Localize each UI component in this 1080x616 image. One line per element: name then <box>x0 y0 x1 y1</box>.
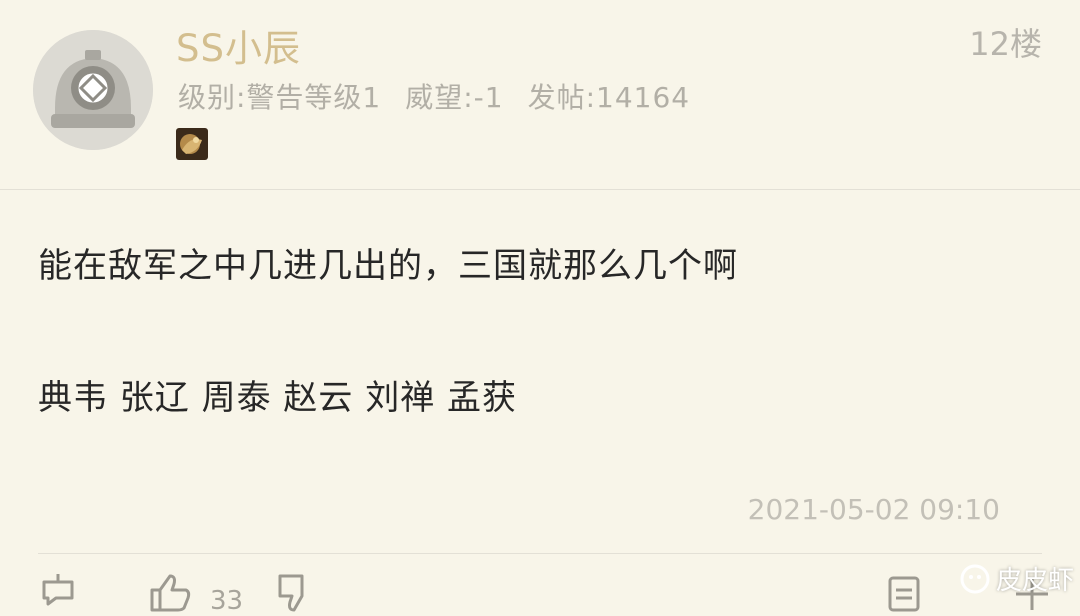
reply-icon[interactable] <box>38 572 78 616</box>
thumbs-up-icon[interactable] <box>148 572 192 616</box>
watermark: 皮皮虾 <box>960 560 1074 597</box>
username[interactable]: SS小辰 <box>176 18 301 72</box>
watermark-text: 皮皮虾 <box>995 566 1074 596</box>
like-count: 33 <box>210 586 244 616</box>
reply-post: SS小辰 12楼 级别:警告等级1 威望:-1 发帖:14164 能在敌军之中几进几… <box>0 0 1080 616</box>
thumbs-down-icon[interactable] <box>272 572 312 616</box>
post-content-line: 能在敌军之中几进几出的，三国就那么几个啊 <box>38 246 738 286</box>
action-bar: 33 <box>0 572 1080 616</box>
medal-badge-icon[interactable] <box>176 128 208 160</box>
footer-divider <box>38 553 1042 554</box>
document-icon[interactable] <box>884 572 924 616</box>
prestige-label: 威望:-1 <box>405 81 504 114</box>
user-meta: 级别:警告等级1 威望:-1 发帖:14164 <box>178 76 714 116</box>
watermark-logo-icon <box>960 564 990 593</box>
floor-number: 12楼 <box>969 25 1042 63</box>
post-content-line: 典韦 张辽 周泰 赵云 刘禅 孟获 <box>38 378 518 418</box>
diving-helmet-icon[interactable] <box>33 30 153 150</box>
header-divider <box>0 189 1080 190</box>
posts-count-label: 发帖:14164 <box>527 81 691 114</box>
post-timestamp: 2021-05-02 09:10 <box>747 493 1000 526</box>
level-label: 级别:警告等级1 <box>178 81 382 114</box>
